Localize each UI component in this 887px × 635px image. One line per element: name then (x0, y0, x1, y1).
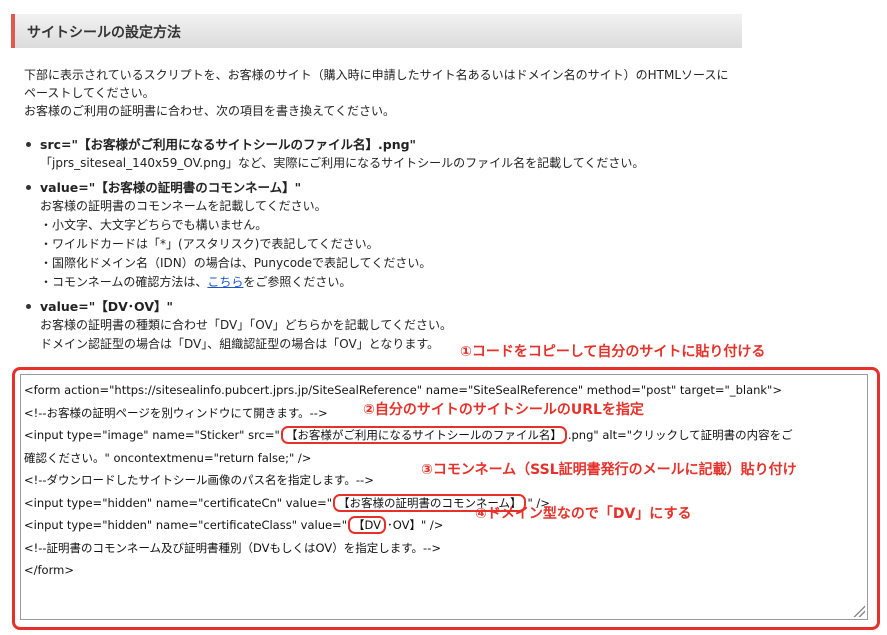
intro-text: 下部に表示されているスクリプトを、お客様のサイト（購入時に申請したサイト名あるい… (24, 66, 734, 120)
intro-line-2: お客様のご利用の証明書に合わせ、次の項目を書き換えてください。 (24, 104, 396, 118)
item-line: ・ワイルドカードは「*」(アスタリスク)で表記してください。 (40, 237, 379, 251)
code-fragment: <input type="image" name="Sticker" src=" (24, 428, 280, 442)
common-name-help-link[interactable]: こちら (207, 275, 243, 289)
highlight-filename: 【お客様がご利用になるサイトシールのファイル名】 (280, 426, 567, 444)
bullet-icon (26, 185, 31, 190)
section-header: サイトシールの設定方法 (11, 14, 742, 48)
section-title: サイトシールの設定方法 (27, 25, 181, 41)
code-fragment: ･OV】" /> (387, 518, 444, 532)
item-src: src="【お客様がご利用になるサイトシールのファイル名】.png" 「jprs… (26, 136, 716, 173)
code-line: </form> (24, 563, 74, 577)
item-line: 「jprs_siteseal_140x59_OV.png」など、実際にご利用にな… (40, 156, 645, 170)
item-line: ・コモンネームの確認方法は、こちらをご参照ください。 (40, 273, 716, 292)
code-line: <input type="hidden" name="certificateCl… (24, 514, 864, 537)
annotation-dv: ④ドメイン型なので「DV」にする (475, 506, 692, 522)
bullet-icon (26, 142, 31, 147)
resize-grip-icon[interactable] (852, 604, 865, 617)
code-line: <input type="image" name="Sticker" src="… (24, 424, 864, 447)
item-head: src="【お客様がご利用になるサイトシールのファイル名】.png" (40, 137, 417, 152)
item-line: お客様の証明書の種類に合わせ「DV」「OV」どちらかを記載してください。 (40, 318, 452, 332)
code-line: <!--証明書のコモンネーム及び証明書種別（DVもしくはOV）を指定します。--… (24, 540, 441, 555)
item-head: value="【DV･OV】" (40, 299, 174, 314)
annotation-common-name: ③コモンネーム（SSL証明書発行のメールに記載）貼り付け (421, 462, 797, 478)
code-fragment: <input type="hidden" name="certificateCl… (24, 518, 347, 532)
item-line: ・国際化ドメイン名（IDN）の場合は、Punycodeで表記してください。 (40, 256, 432, 270)
item-line-suffix: をご参照ください。 (243, 275, 352, 289)
replacement-items: src="【お客様がご利用になるサイトシールのファイル名】.png" 「jprs… (26, 136, 716, 360)
item-line-prefix: ・コモンネームの確認方法は、 (40, 275, 208, 289)
annotation-seal-url: ②自分のサイトのサイトシールのURLを指定 (363, 402, 644, 418)
code-fragment: <input type="hidden" name="certificateCn… (24, 495, 333, 510)
item-head: value="【お客様の証明書のコモンネーム】" (40, 180, 302, 195)
item-line: ・小文字、大文字どちらでも構いません。 (40, 218, 268, 232)
bullet-icon (26, 304, 31, 309)
highlight-dv: 【DV (347, 516, 387, 534)
intro-line-1: 下部に表示されているスクリプトを、お客様のサイト（購入時に申請したサイト名あるい… (24, 68, 729, 100)
code-line: <input type="hidden" name="certificateCn… (24, 492, 864, 515)
item-line: お客様の証明書のコモンネームを記載してください。 (40, 199, 327, 213)
code-fragment: .png" alt="クリックして証明書の内容をご (567, 428, 793, 442)
annotation-copy-code: ①コードをコピーして自分のサイトに貼り付ける (460, 344, 766, 360)
item-common-name: value="【お客様の証明書のコモンネーム】" お客様の証明書のコモンネームを… (26, 179, 716, 292)
